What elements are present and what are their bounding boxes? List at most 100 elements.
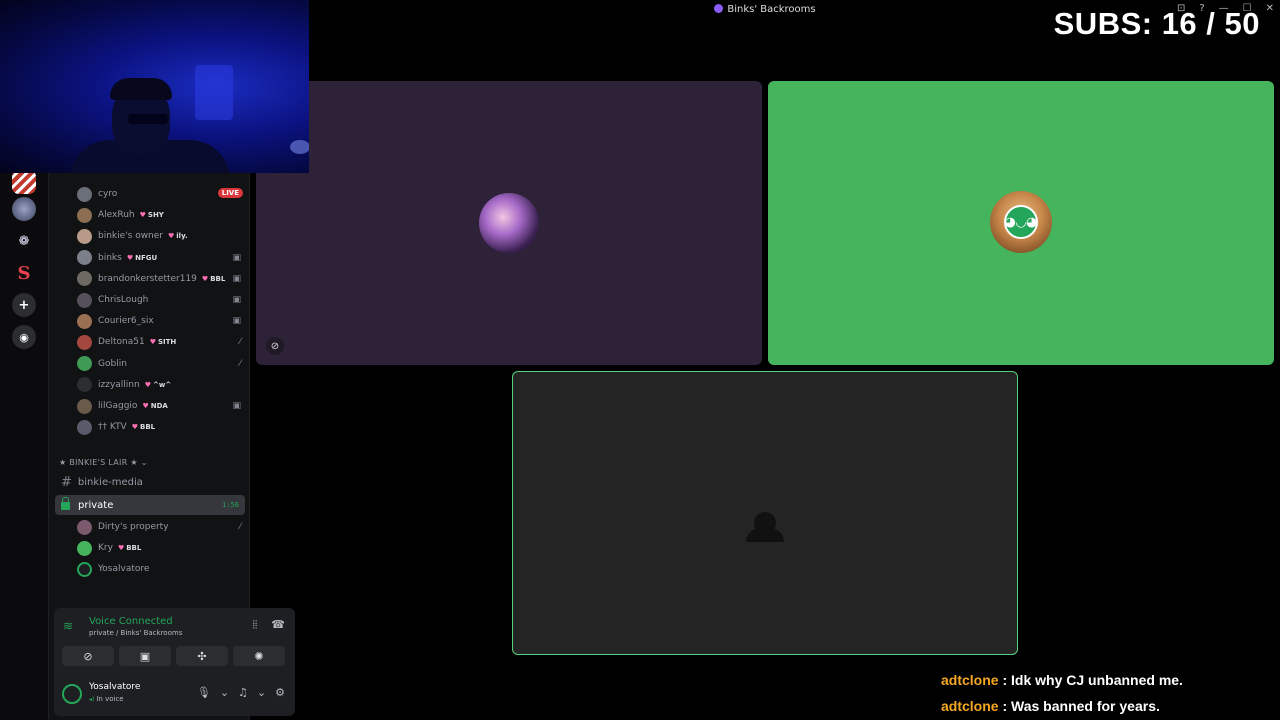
close-button[interactable]: ✕ bbox=[1266, 3, 1274, 14]
voice-member[interactable]: ChrisLough ▣ bbox=[77, 290, 243, 310]
discord-logo-icon: ◕◡◕ bbox=[1004, 205, 1038, 239]
add-server-icon[interactable]: + bbox=[12, 293, 36, 317]
voice-member[interactable]: lilGaggio NDA ▣ bbox=[77, 396, 243, 416]
video-tile-kry[interactable]: ◕◡◕ bbox=[768, 81, 1274, 365]
voice-channel-path[interactable]: private / Binks' Backrooms bbox=[89, 629, 182, 637]
camera-icon: ▣ bbox=[232, 295, 241, 305]
member-name: lilGaggio bbox=[98, 401, 138, 411]
disconnect-icon[interactable]: ☎ bbox=[271, 618, 285, 632]
user-avatar[interactable] bbox=[62, 684, 82, 704]
chat-message: : Idk why CJ unbanned me. bbox=[998, 672, 1183, 688]
settings-gear-icon[interactable]: ⚙ bbox=[275, 686, 285, 699]
lock-icon bbox=[61, 497, 70, 510]
microphone-icon[interactable]: 🎙︎ bbox=[197, 686, 211, 699]
webcam-glasses bbox=[128, 114, 168, 124]
user-panel: Yosalvatore In voice 🎙︎ ⌄ ♫ ⌄ ⚙ bbox=[54, 672, 295, 716]
share-screen-button[interactable]: ▣ bbox=[119, 646, 171, 666]
camera-icon: ▣ bbox=[232, 273, 241, 284]
member-name: Goblin bbox=[98, 358, 127, 369]
channel-binkie-media[interactable]: # binkie-media bbox=[55, 472, 245, 492]
member-avatar bbox=[77, 250, 92, 266]
member-avatar bbox=[77, 271, 92, 287]
member-name: ChrisLough bbox=[98, 295, 149, 305]
voice-member[interactable]: brandonkerstetter119 BBL ▣ bbox=[77, 269, 243, 289]
member-tag: NDA bbox=[142, 402, 168, 410]
video-tile-user[interactable]: ⊘ bbox=[256, 81, 762, 365]
member-avatar bbox=[77, 540, 92, 556]
lamp-glow bbox=[195, 65, 233, 120]
live-badge: LIVE bbox=[217, 188, 243, 198]
chat-username: adtclone bbox=[941, 672, 999, 688]
username[interactable]: Yosalvatore bbox=[89, 682, 140, 692]
voice-member[interactable]: binkie's owner ily. bbox=[77, 226, 243, 246]
member-avatar bbox=[77, 186, 92, 202]
member-tag: NFGU bbox=[127, 254, 157, 262]
member-avatar bbox=[77, 398, 92, 414]
default-avatar-body bbox=[746, 528, 784, 542]
muted-icon: ⊘ bbox=[266, 337, 284, 355]
member-name: binks bbox=[98, 252, 122, 263]
voice-member[interactable]: †† KTV BBL bbox=[77, 417, 243, 437]
member-avatar bbox=[77, 356, 92, 372]
chevron-down-icon[interactable]: ⌄ bbox=[220, 686, 229, 699]
soundboard-icon: ✺ bbox=[254, 649, 264, 663]
channel-private[interactable]: private 1:56 bbox=[55, 495, 245, 515]
headphones-icon[interactable]: ♫ bbox=[238, 686, 248, 699]
voice-member[interactable]: Courier6_six ▣ bbox=[77, 311, 243, 331]
chevron-down-icon[interactable]: ⌄ bbox=[257, 686, 266, 699]
streamer-webcam bbox=[0, 0, 309, 173]
member-avatar bbox=[77, 228, 92, 244]
server-icon-red[interactable] bbox=[12, 170, 36, 194]
activities-button[interactable]: ✣ bbox=[176, 646, 228, 666]
voice-member[interactable]: Dirty's property ⁄ bbox=[77, 517, 243, 537]
webcam-mic bbox=[290, 140, 309, 154]
member-name: †† KTV bbox=[98, 422, 127, 433]
member-tag: BBL bbox=[118, 544, 141, 552]
member-name: Dirty's property bbox=[98, 522, 169, 532]
member-avatar bbox=[77, 313, 92, 329]
voice-member[interactable]: Deltona51 SITH ⁄ bbox=[77, 332, 243, 352]
category-binkies-lair[interactable]: ★ BINKIE'S LAIR ★ ⌄ bbox=[59, 458, 148, 467]
noise-suppression-icon[interactable]: ⦙⦙ bbox=[252, 618, 257, 632]
channel-label: private bbox=[78, 499, 114, 511]
member-name: cyro bbox=[98, 189, 118, 199]
channel-label: binkie-media bbox=[77, 476, 143, 488]
soundboard-button[interactable]: ✺ bbox=[233, 646, 285, 666]
webcam-cap bbox=[110, 78, 172, 100]
member-avatar bbox=[77, 207, 92, 223]
camera-off-icon: ⊘ bbox=[83, 649, 93, 663]
server-icon-avatar[interactable] bbox=[12, 197, 36, 221]
muted-icon: ⁄ bbox=[239, 522, 241, 532]
member-tag: ily. bbox=[168, 232, 187, 240]
voice-member[interactable]: Kry BBL bbox=[77, 538, 243, 558]
s-server-icon[interactable]: S bbox=[12, 261, 36, 285]
chat-message: : Was banned for years. bbox=[998, 698, 1160, 714]
member-tag: SHY bbox=[140, 211, 164, 219]
subs-counter: SUBS: 16 / 50 bbox=[1053, 6, 1260, 41]
video-tile-self[interactable] bbox=[512, 371, 1018, 655]
member-name: binkie's owner bbox=[98, 231, 163, 242]
screen-share-icon: ▣ bbox=[139, 649, 151, 663]
voice-member[interactable]: Goblin ⁄ bbox=[77, 354, 243, 374]
voice-member[interactable]: binks NFGU ▣ bbox=[77, 248, 243, 268]
member-tag: SITH bbox=[150, 338, 176, 346]
explore-servers-icon[interactable]: ◉ bbox=[12, 325, 36, 349]
chat-line: adtclone : Was banned for years. bbox=[941, 698, 1160, 714]
signal-icon[interactable]: ≋ bbox=[63, 619, 81, 637]
voice-member[interactable]: cyro LIVE bbox=[77, 184, 243, 204]
camera-icon: ▣ bbox=[232, 252, 241, 263]
member-avatar bbox=[77, 334, 92, 350]
participant-avatar bbox=[479, 193, 539, 253]
voice-member[interactable]: izzyallinn ^w^ bbox=[77, 375, 243, 395]
voice-member[interactable]: AlexRuh SHY bbox=[77, 205, 243, 225]
chat-line: adtclone : Idk why CJ unbanned me. bbox=[941, 672, 1183, 688]
chat-username: adtclone bbox=[941, 698, 999, 714]
camera-icon: ▣ bbox=[232, 401, 241, 411]
camera-off-button[interactable]: ⊘ bbox=[62, 646, 114, 666]
butterfly-server-icon[interactable]: ❁ bbox=[12, 229, 36, 253]
voice-member[interactable]: Yosalvatore bbox=[77, 559, 243, 579]
member-avatar bbox=[77, 419, 92, 435]
member-name: Kry bbox=[98, 543, 113, 554]
muted-icon: ⁄ bbox=[239, 358, 241, 369]
member-avatar bbox=[77, 377, 92, 393]
